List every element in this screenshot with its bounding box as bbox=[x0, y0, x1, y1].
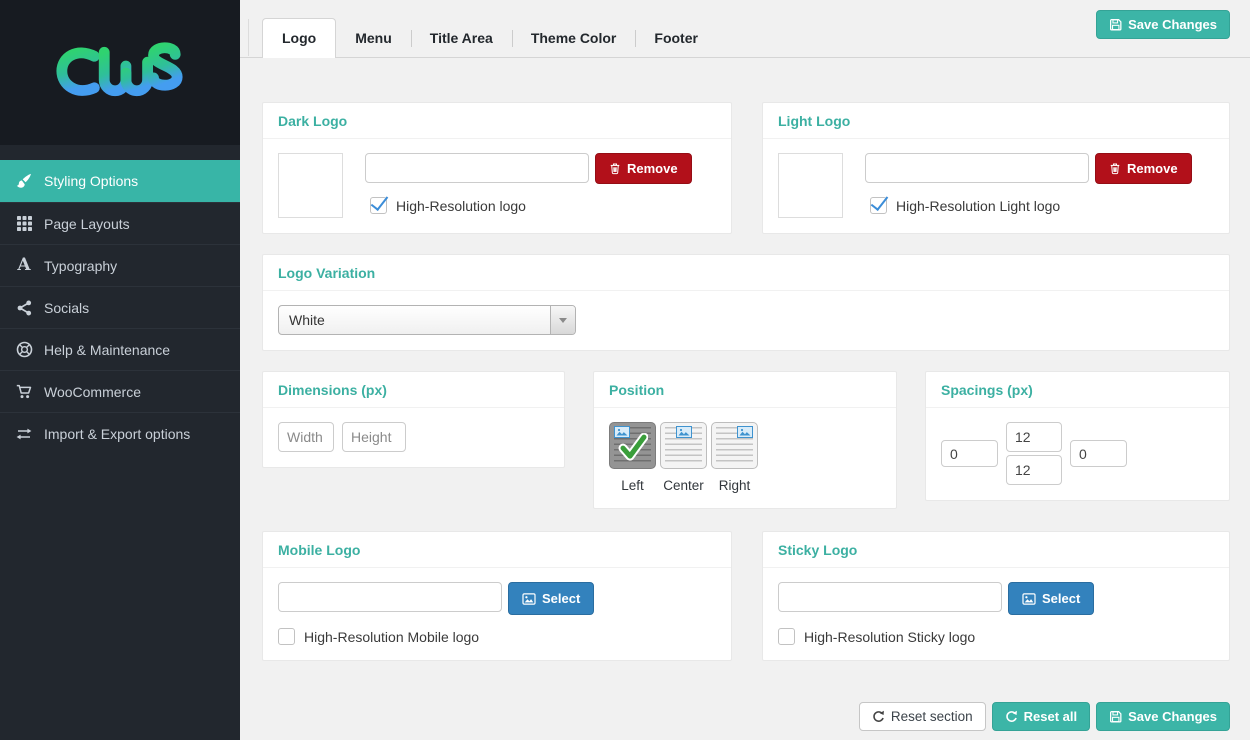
light-logo-preview bbox=[778, 153, 843, 218]
footer-actions: Reset section Reset all Save Changes bbox=[262, 702, 1230, 731]
sidebar-item-help-maintenance[interactable]: Help & Maintenance bbox=[0, 328, 240, 370]
sidebar: Styling Options Page Layouts A Typograph… bbox=[0, 0, 240, 740]
panel-title: Dimensions (px) bbox=[263, 372, 564, 408]
main-area: Logo Menu Title Area Theme Color Footer … bbox=[240, 0, 1250, 740]
undo-icon bbox=[872, 710, 885, 723]
logo-variation-select[interactable]: White bbox=[278, 305, 576, 335]
save-icon bbox=[1109, 18, 1122, 31]
dark-logo-panel: Dark Logo bbox=[262, 102, 732, 234]
panel-title: Dark Logo bbox=[263, 103, 731, 139]
panel-title: Sticky Logo bbox=[763, 532, 1229, 568]
checkbox-label: High-Resolution Light logo bbox=[896, 198, 1060, 214]
chevron-down-icon bbox=[550, 306, 575, 334]
sticky-logo-panel: Sticky Logo Select bbox=[762, 531, 1230, 661]
position-left-option[interactable] bbox=[609, 422, 656, 469]
theme-options-app: Styling Options Page Layouts A Typograph… bbox=[0, 0, 1250, 740]
sidebar-item-woocommerce[interactable]: WooCommerce bbox=[0, 370, 240, 412]
letter-a-icon: A bbox=[14, 256, 34, 276]
high-res-logo-checkbox[interactable] bbox=[370, 197, 387, 214]
image-thumbnail-icon bbox=[676, 426, 692, 438]
selected-check-icon bbox=[618, 433, 648, 461]
topbar: Logo Menu Title Area Theme Color Footer … bbox=[240, 0, 1250, 58]
dark-logo-remove-button[interactable]: Remove bbox=[595, 153, 692, 184]
reset-all-button[interactable]: Reset all bbox=[992, 702, 1090, 731]
position-right-option[interactable] bbox=[711, 422, 758, 469]
spacing-bottom-input[interactable] bbox=[1006, 455, 1062, 485]
high-res-light-logo-checkbox[interactable] bbox=[870, 197, 887, 214]
dark-logo-preview bbox=[278, 153, 343, 218]
position-center-option[interactable] bbox=[660, 422, 707, 469]
spacing-right-input[interactable] bbox=[1070, 440, 1127, 467]
checkbox-label: High-Resolution Sticky logo bbox=[804, 629, 975, 645]
sidebar-item-label: Page Layouts bbox=[44, 216, 130, 232]
tab-menu[interactable]: Menu bbox=[336, 19, 411, 57]
tab-theme-color[interactable]: Theme Color bbox=[512, 19, 636, 57]
mobile-logo-panel: Mobile Logo Select bbox=[262, 531, 732, 661]
spacing-top-input[interactable] bbox=[1006, 422, 1062, 452]
sidebar-item-label: WooCommerce bbox=[44, 384, 141, 400]
sidebar-item-label: Socials bbox=[44, 300, 89, 316]
tab-logo[interactable]: Logo bbox=[262, 18, 336, 58]
save-changes-button-top[interactable]: Save Changes bbox=[1096, 10, 1230, 39]
spacing-left-input[interactable] bbox=[941, 440, 998, 467]
panel-title: Light Logo bbox=[763, 103, 1229, 139]
grid-icon bbox=[14, 214, 34, 234]
position-panel: Position bbox=[593, 371, 897, 509]
high-res-mobile-logo-checkbox[interactable] bbox=[278, 628, 295, 645]
save-changes-button-bottom[interactable]: Save Changes bbox=[1096, 702, 1230, 731]
cws-logo bbox=[51, 43, 189, 103]
image-icon bbox=[1022, 593, 1036, 605]
sidebar-nav: Styling Options Page Layouts A Typograph… bbox=[0, 145, 240, 454]
sidebar-logo-area bbox=[0, 0, 240, 145]
sidebar-item-import-export[interactable]: Import & Export options bbox=[0, 412, 240, 454]
mobile-logo-url-input[interactable] bbox=[278, 582, 502, 612]
life-ring-icon bbox=[14, 340, 34, 360]
panel-title: Position bbox=[594, 372, 896, 408]
sidebar-item-label: Import & Export options bbox=[44, 426, 190, 442]
light-logo-remove-button[interactable]: Remove bbox=[1095, 153, 1192, 184]
trash-icon bbox=[1109, 162, 1121, 175]
sticky-logo-url-input[interactable] bbox=[778, 582, 1002, 612]
selected-option: White bbox=[289, 312, 325, 328]
dimensions-panel: Dimensions (px) bbox=[262, 371, 565, 468]
checkbox-label: High-Resolution Mobile logo bbox=[304, 629, 479, 645]
checkbox-label: High-Resolution logo bbox=[396, 198, 526, 214]
mobile-logo-select-button[interactable]: Select bbox=[508, 582, 594, 615]
tab-title-area[interactable]: Title Area bbox=[411, 19, 512, 57]
panel-title: Spacings (px) bbox=[926, 372, 1229, 408]
tab-footer[interactable]: Footer bbox=[635, 19, 717, 57]
sidebar-item-label: Help & Maintenance bbox=[44, 342, 170, 358]
sticky-logo-select-button[interactable]: Select bbox=[1008, 582, 1094, 615]
logo-variation-panel: Logo Variation White bbox=[262, 254, 1230, 351]
light-logo-panel: Light Logo bbox=[762, 102, 1230, 234]
panel-title: Logo Variation bbox=[263, 255, 1229, 291]
sidebar-item-label: Styling Options bbox=[44, 173, 138, 189]
swap-arrows-icon bbox=[14, 424, 34, 444]
image-thumbnail-icon bbox=[737, 426, 753, 438]
share-icon bbox=[14, 298, 34, 318]
sidebar-item-page-layouts[interactable]: Page Layouts bbox=[0, 202, 240, 244]
position-center-label: Center bbox=[660, 478, 707, 493]
refresh-icon bbox=[1005, 710, 1018, 723]
dark-logo-url-input[interactable] bbox=[365, 153, 589, 183]
save-icon bbox=[1109, 710, 1122, 723]
cart-icon bbox=[14, 382, 34, 402]
high-res-sticky-logo-checkbox[interactable] bbox=[778, 628, 795, 645]
sidebar-item-typography[interactable]: A Typography bbox=[0, 244, 240, 286]
sidebar-item-styling-options[interactable]: Styling Options bbox=[0, 160, 240, 202]
content: Dark Logo bbox=[240, 58, 1250, 731]
light-logo-url-input[interactable] bbox=[865, 153, 1089, 183]
reset-section-button[interactable]: Reset section bbox=[859, 702, 986, 731]
sidebar-item-label: Typography bbox=[44, 258, 117, 274]
panel-title: Mobile Logo bbox=[263, 532, 731, 568]
logo-width-input[interactable] bbox=[278, 422, 334, 452]
trash-icon bbox=[609, 162, 621, 175]
spacings-panel: Spacings (px) bbox=[925, 371, 1230, 501]
position-left-label: Left bbox=[609, 478, 656, 493]
sidebar-item-socials[interactable]: Socials bbox=[0, 286, 240, 328]
paintbrush-icon bbox=[14, 171, 34, 191]
image-icon bbox=[522, 593, 536, 605]
position-right-label: Right bbox=[711, 478, 758, 493]
logo-height-input[interactable] bbox=[342, 422, 406, 452]
